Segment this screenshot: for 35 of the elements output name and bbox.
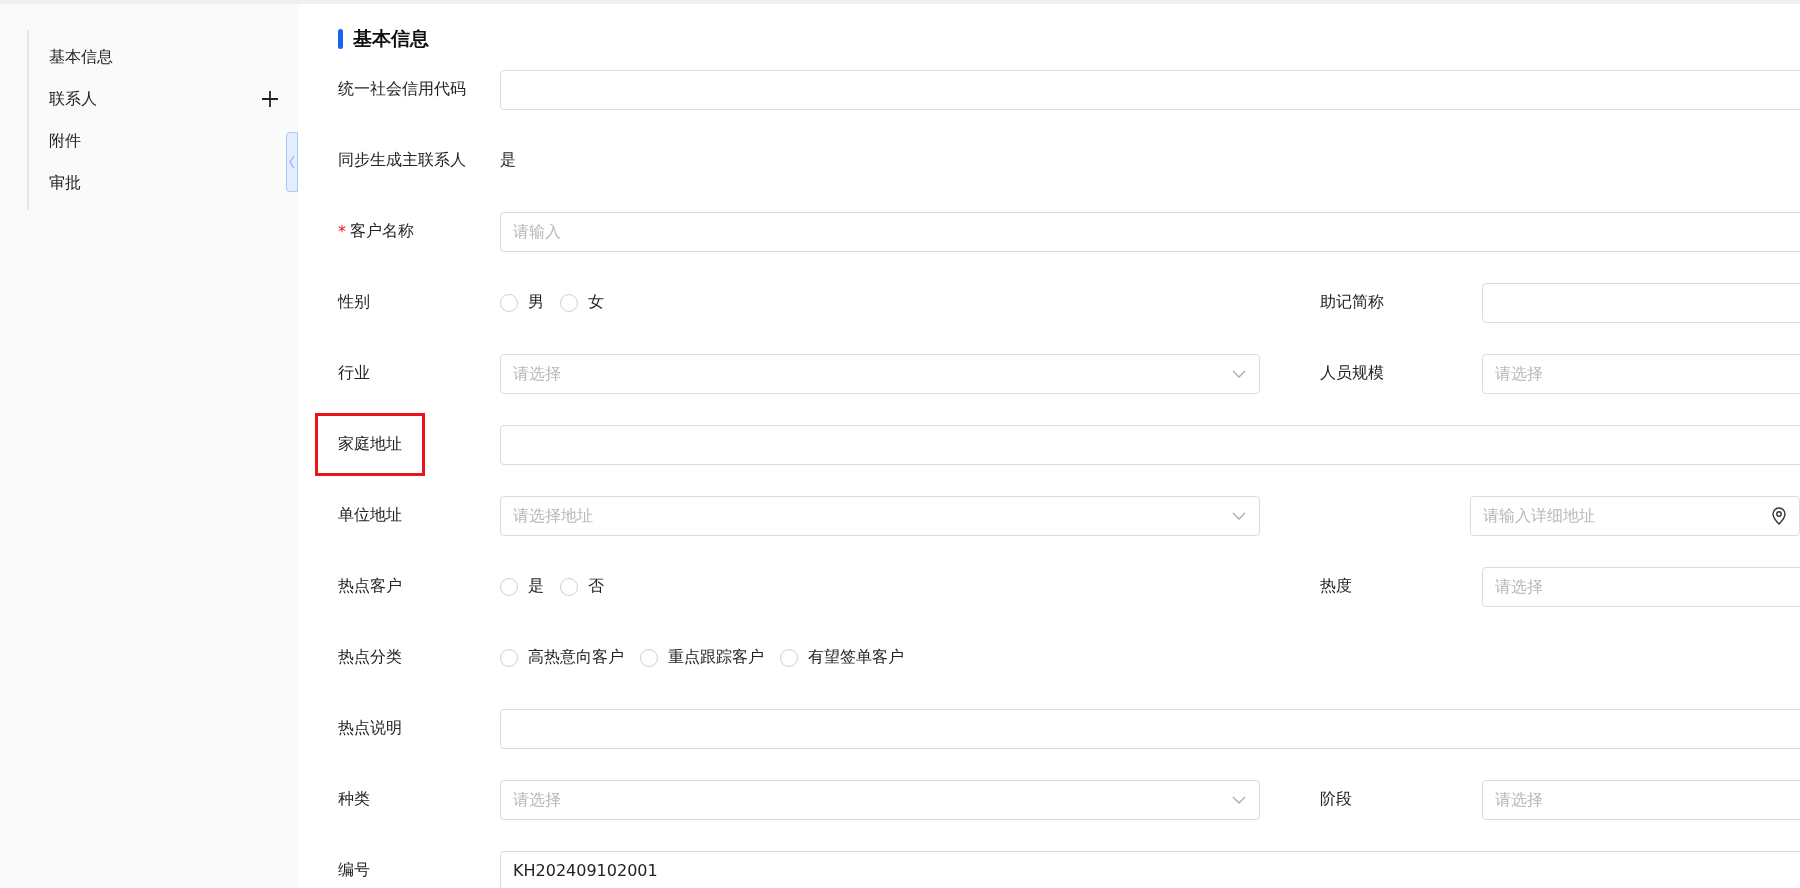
highlighted-field-label: 家庭地址	[318, 416, 422, 473]
radio-option[interactable]: 是	[500, 576, 544, 597]
field-label: 统一社会信用代码	[338, 78, 466, 100]
field-label: 热度	[1320, 575, 1352, 597]
field-label: 热点客户	[338, 575, 402, 597]
field-label: 阶段	[1320, 788, 1352, 810]
radio-option[interactable]: 高热意向客户	[500, 647, 624, 668]
section-title: 基本信息	[353, 26, 429, 51]
input-field[interactable]: 请选择	[1483, 354, 1800, 393]
field-label: 助记简称	[1320, 291, 1384, 313]
field-label: 热点说明	[338, 717, 402, 739]
input-field[interactable]: 请选择	[1483, 780, 1800, 819]
sidebar-item[interactable]: 联系人	[49, 88, 97, 110]
field-label: 人员规模	[1320, 362, 1384, 384]
radio-option[interactable]: 女	[560, 292, 604, 313]
sidebar-item[interactable]: 基本信息	[49, 46, 113, 68]
field-label: 单位地址	[338, 504, 402, 526]
input-field[interactable]: 请输入	[501, 212, 1800, 251]
radio-option[interactable]: 男	[500, 292, 544, 313]
field-value: 是	[500, 150, 517, 171]
sidebar-item[interactable]: 审批	[49, 172, 81, 194]
input-field[interactable]: 请选择	[1483, 567, 1800, 606]
field-label-text: 客户名称	[350, 221, 414, 242]
required-mark: *	[338, 222, 346, 241]
field-label: 种类	[338, 788, 370, 810]
field-label: 编号	[338, 859, 370, 881]
radio-option[interactable]: 有望签单客户	[780, 647, 904, 668]
field-label: 行业	[338, 362, 370, 384]
input-field[interactable]: KH202409102001	[501, 851, 1800, 888]
sidebar-item[interactable]: 附件	[49, 130, 81, 152]
field-label: 同步生成主联系人	[338, 149, 466, 171]
radio-option[interactable]: 否	[560, 576, 604, 597]
field-label: 热点分类	[338, 646, 402, 668]
radio-option[interactable]: 重点跟踪客户	[640, 647, 764, 668]
field-label: 性别	[338, 291, 370, 313]
